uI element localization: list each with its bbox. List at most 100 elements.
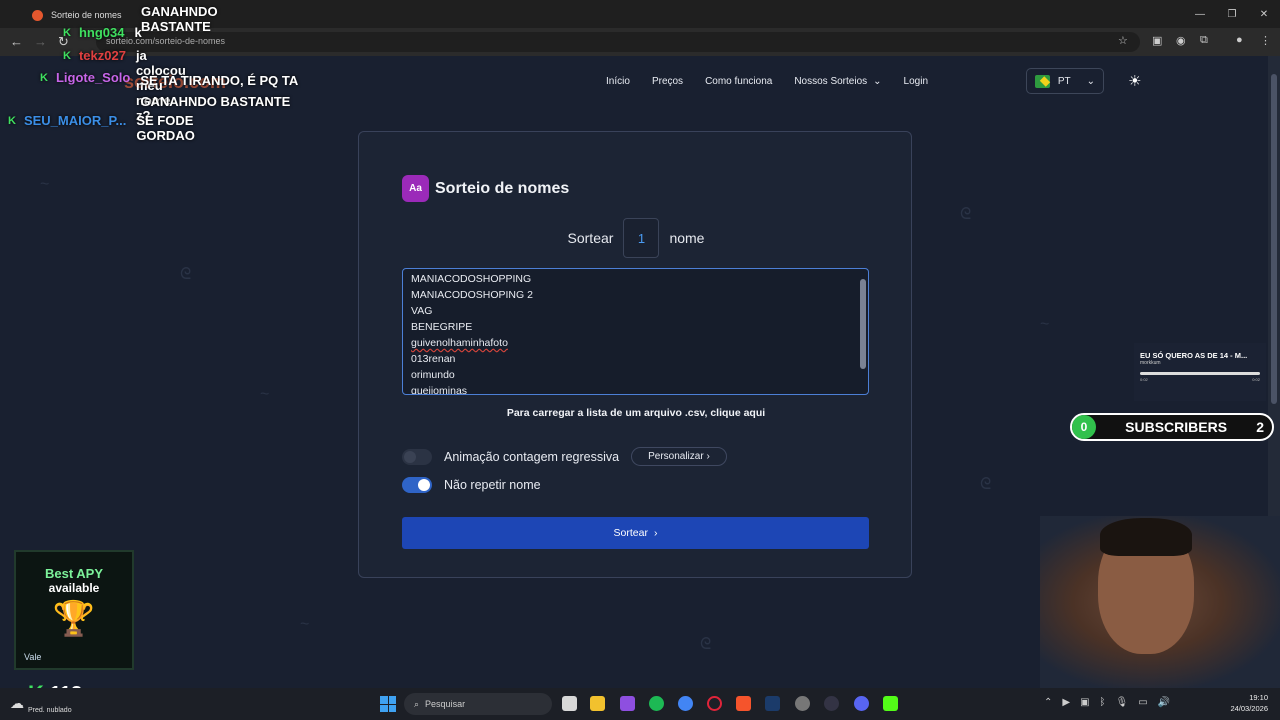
draw-button[interactable]: Sortear › bbox=[402, 517, 869, 549]
chevron-down-icon: ⌄ bbox=[1086, 75, 1095, 87]
scrollbar-thumb[interactable] bbox=[1271, 74, 1277, 404]
chat-message: GANAHNDO BASTANTE bbox=[141, 4, 218, 34]
ad-brand: Vale bbox=[24, 652, 42, 662]
monitor-icon[interactable]: ▭ bbox=[1138, 697, 1147, 708]
kick-icon: K bbox=[63, 27, 71, 39]
name-entry: MANIACODOSHOPPING bbox=[411, 273, 532, 285]
brazil-flag-icon bbox=[1035, 74, 1050, 88]
no-repeat-row: Não repetir nome bbox=[402, 477, 541, 493]
swirl-pattern-icon: ᘓ bbox=[180, 266, 192, 283]
window-controls: — ❐ ✕ bbox=[1184, 0, 1280, 28]
subscriber-count: 0 bbox=[1072, 415, 1096, 439]
app-grid-icon[interactable] bbox=[620, 696, 635, 711]
discord-icon[interactable] bbox=[854, 696, 869, 711]
name-entry: orimundo bbox=[411, 369, 455, 381]
start-button[interactable] bbox=[380, 696, 396, 712]
back-icon[interactable]: ← bbox=[10, 34, 23, 49]
no-repeat-label: Não repetir nome bbox=[444, 478, 541, 492]
chrome-icon[interactable] bbox=[678, 696, 693, 711]
song-start-time: 0:02 bbox=[1140, 377, 1148, 382]
countdown-toggle[interactable] bbox=[402, 448, 432, 465]
language-select[interactable]: PT ⌄ bbox=[1026, 68, 1104, 94]
bluetooth-icon[interactable]: ᛒ bbox=[1100, 697, 1106, 708]
nav-nossos-sorteios[interactable]: Nossos Sorteios ⌄ bbox=[794, 76, 881, 87]
chat-message: K SEU_MAIOR_P... SE FODE GORDAO bbox=[8, 113, 195, 143]
card-title: Sorteio de nomes bbox=[435, 179, 570, 197]
name-entry: queijominas bbox=[411, 385, 468, 395]
quantity-row: Sortear 1 nome bbox=[359, 218, 913, 258]
chat-text: GANAHNDO BASTANTE bbox=[141, 4, 218, 34]
menu-dots-icon[interactable]: ⋮ bbox=[1260, 34, 1271, 47]
maximize-button[interactable]: ❐ bbox=[1216, 0, 1248, 28]
clock[interactable]: 19:10 24/03/2026 bbox=[1230, 692, 1268, 714]
kick-icon: K bbox=[63, 50, 71, 62]
steam-icon[interactable] bbox=[765, 696, 780, 711]
chevron-up-icon[interactable]: ⌃ bbox=[1044, 697, 1052, 708]
windows-taskbar: ☁ Pred. nublado ⌕ Pesquisar ⌃ ▶ ▣ ᛒ 🎙 ▭ … bbox=[0, 688, 1280, 720]
extension-icon[interactable]: ◉ bbox=[1176, 34, 1186, 47]
chevron-down-icon: ⌄ bbox=[873, 75, 882, 87]
chat-text: SE FODE GORDAO bbox=[136, 113, 195, 143]
obs-icon[interactable] bbox=[795, 696, 810, 711]
volume-icon[interactable]: 🔊 bbox=[1158, 697, 1170, 708]
tab-title: Sorteio de nomes bbox=[51, 10, 122, 20]
app-icon[interactable] bbox=[824, 696, 839, 711]
brave-icon[interactable] bbox=[736, 696, 751, 711]
nav-precos[interactable]: Preços bbox=[652, 76, 683, 87]
extension-icon[interactable]: ▣ bbox=[1152, 34, 1162, 47]
countdown-row: Animação contagem regressiva Personaliza… bbox=[402, 447, 727, 466]
personalize-label: Personalizar bbox=[648, 451, 704, 462]
swirl-pattern-icon: ᘓ bbox=[980, 476, 992, 493]
text-aa-icon: Aa bbox=[402, 175, 429, 202]
language-code: PT bbox=[1057, 75, 1071, 87]
spotify-icon[interactable] bbox=[649, 696, 664, 711]
task-view-icon[interactable] bbox=[562, 696, 577, 711]
weather-widget[interactable]: ☁ Pred. nublado bbox=[10, 693, 72, 714]
chat-message: K hng034 k bbox=[63, 25, 142, 40]
chat-message: K Ligote_Solo SE TA TIRANDO, É PQ TA GAN… bbox=[40, 70, 300, 112]
swirl-pattern-icon: ᘓ bbox=[960, 206, 972, 223]
name-entry: guivenolhaminhafoto bbox=[411, 337, 508, 349]
url-field[interactable]: sorteio.com/sorteio-de-nomes bbox=[96, 32, 1140, 52]
textarea-scrollbar[interactable] bbox=[860, 279, 866, 369]
song-progress-bar bbox=[1140, 372, 1260, 375]
play-icon[interactable]: ▶ bbox=[1062, 697, 1070, 708]
subscriber-goal-value: 2 bbox=[1256, 419, 1264, 435]
opera-icon[interactable] bbox=[707, 696, 722, 711]
song-title: EU SÓ QUERO AS DE 14 - M... bbox=[1140, 351, 1248, 360]
taskbar-search[interactable]: ⌕ Pesquisar bbox=[404, 693, 552, 715]
nav-como-funciona[interactable]: Como funciona bbox=[705, 76, 772, 87]
csv-upload-link[interactable]: Para carregar a lista de um arquivo .csv… bbox=[359, 407, 913, 419]
streamer-webcam bbox=[1040, 516, 1280, 688]
search-icon: ⌕ bbox=[414, 698, 420, 709]
kick-app-icon[interactable] bbox=[883, 696, 898, 711]
bookmark-star-icon[interactable]: ☆ bbox=[1118, 34, 1128, 47]
draw-button-label: Sortear bbox=[613, 527, 648, 539]
clock-date: 24/03/2026 bbox=[1230, 704, 1268, 713]
personalize-button[interactable]: Personalizar › bbox=[631, 447, 727, 466]
names-textarea[interactable]: MANIACODOSHOPPING MANIACODOSHOPING 2 VAG BE… bbox=[402, 268, 869, 395]
sponsor-ad: Best APY available 🏆 Vale bbox=[14, 550, 134, 670]
puzzle-icon[interactable]: ⧉ bbox=[1200, 34, 1208, 47]
mic-icon[interactable]: 🎙 bbox=[1116, 697, 1129, 708]
nav-login[interactable]: Login bbox=[904, 76, 928, 87]
tray-app-icon[interactable]: ▣ bbox=[1080, 697, 1089, 708]
nav-inicio[interactable]: Início bbox=[606, 76, 630, 87]
no-repeat-toggle[interactable] bbox=[402, 477, 432, 493]
webcam-hair bbox=[1100, 518, 1192, 556]
name-entry: 013renan bbox=[411, 353, 456, 365]
subscriber-goal: 0 SUBSCRIBERS 2 bbox=[1070, 413, 1274, 441]
chevron-right-icon: › bbox=[706, 451, 710, 462]
minimize-button[interactable]: — bbox=[1184, 0, 1216, 28]
close-window-button[interactable]: ✕ bbox=[1248, 0, 1280, 28]
profile-avatar-icon[interactable]: ● bbox=[1236, 34, 1243, 46]
quantity-input[interactable]: 1 bbox=[623, 218, 660, 258]
favicon-icon bbox=[32, 9, 43, 21]
swirl-pattern-icon: ~ bbox=[1040, 316, 1050, 333]
theme-toggle-sun-icon[interactable]: ☀ bbox=[1128, 72, 1141, 90]
name-entry: MANIACODOSHOPING 2 bbox=[411, 289, 533, 301]
weather-text: Pred. nublado bbox=[28, 707, 72, 714]
file-explorer-icon[interactable] bbox=[590, 696, 605, 711]
trophy-percent-icon: 🏆 bbox=[52, 600, 96, 638]
forward-icon[interactable]: → bbox=[34, 34, 47, 49]
